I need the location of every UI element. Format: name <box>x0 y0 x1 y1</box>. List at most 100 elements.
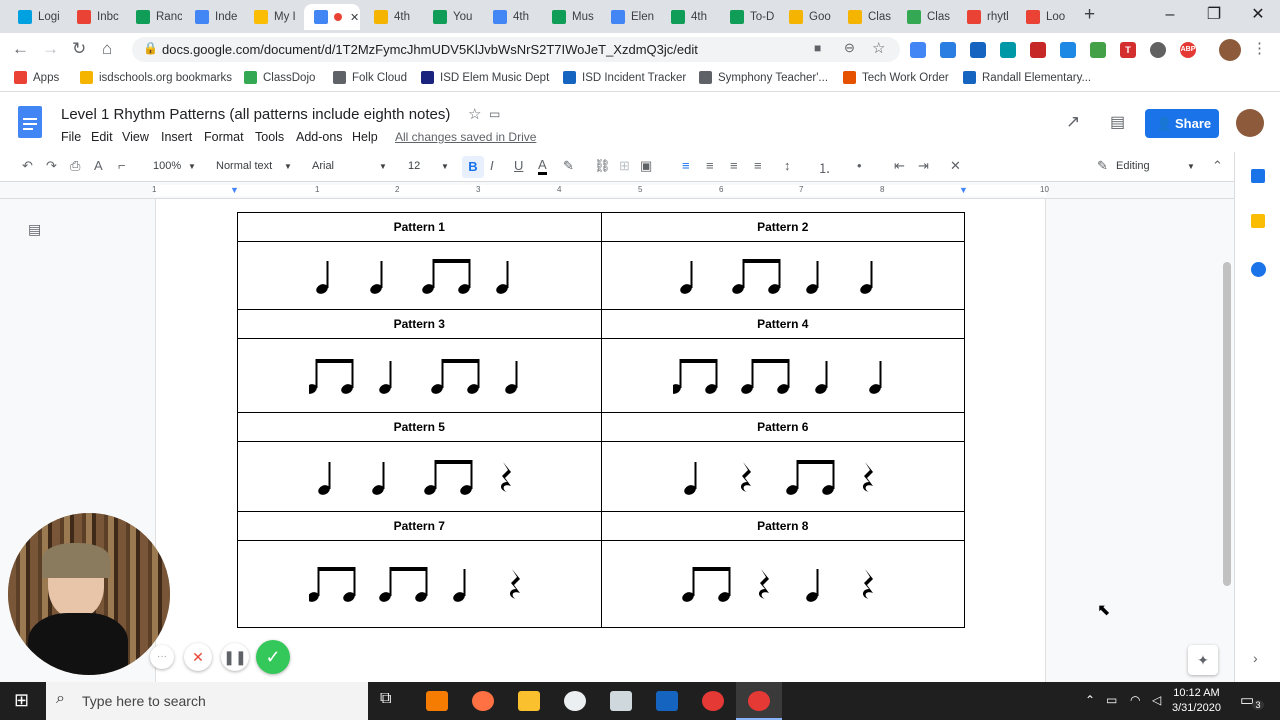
user-avatar[interactable] <box>1236 109 1264 137</box>
browser-tab[interactable]: ✕ <box>304 4 360 30</box>
chrome-icon[interactable] <box>702 691 724 711</box>
extension-icon[interactable] <box>1000 42 1016 58</box>
windows-start-icon[interactable]: ⊞ <box>14 690 29 711</box>
extension-icon[interactable] <box>910 42 926 58</box>
new-tab-icon[interactable]: + <box>1084 4 1095 26</box>
explore-icon[interactable]: ✦ <box>1188 645 1218 675</box>
move-folder-icon[interactable]: ▭ <box>489 107 500 121</box>
italic-button[interactable]: I <box>490 158 494 173</box>
indent-marker-icon[interactable]: ▼ <box>230 185 239 195</box>
extension-icon[interactable] <box>1060 42 1076 58</box>
browser-tab[interactable]: You <box>423 4 479 30</box>
link-icon[interactable]: ⛓ <box>594 158 611 174</box>
align-center-icon[interactable]: ≡ <box>706 158 714 173</box>
vertical-scrollbar[interactable] <box>1223 262 1231 586</box>
underline-button[interactable]: U <box>514 158 523 173</box>
extension-icon[interactable] <box>1150 42 1166 58</box>
browser-tab[interactable]: Inbc <box>67 4 123 30</box>
extension-icon[interactable] <box>940 42 956 58</box>
font-select[interactable]: Arial <box>312 160 334 172</box>
editing-mode-select[interactable]: Editing <box>1116 160 1150 172</box>
browser-tab[interactable]: Logi <box>8 4 64 30</box>
text-color-button[interactable]: A <box>538 158 547 175</box>
browser-tab[interactable]: Mus <box>542 4 598 30</box>
document-page[interactable]: Pattern 1 Pattern 2 Pattern 3 Pattern 4 … <box>155 199 1046 682</box>
word-icon[interactable] <box>656 691 678 711</box>
bookmark-item[interactable]: Randall Elementary... <box>963 71 1091 84</box>
bookmark-item[interactable]: ISD Elem Music Dept <box>421 71 549 84</box>
browser-tab[interactable]: 4th <box>661 4 717 30</box>
spellcheck-icon[interactable]: A <box>94 158 103 173</box>
bookmark-item[interactable]: Symphony Teacher'... <box>699 71 828 84</box>
clear-formatting-icon[interactable]: ✕ <box>950 158 961 174</box>
align-right-icon[interactable]: ≡ <box>730 158 738 173</box>
battery-icon[interactable]: ▭ <box>1106 693 1117 707</box>
browser-tab[interactable]: To-D <box>720 4 776 30</box>
calendar-icon[interactable] <box>1251 169 1265 183</box>
close-tab-icon[interactable]: ✕ <box>350 11 359 24</box>
extension-icon[interactable]: T <box>1120 42 1136 58</box>
app-icon[interactable] <box>564 691 586 711</box>
minimize-window-icon[interactable]: – <box>1148 0 1192 30</box>
browser-tab[interactable]: Ranc <box>126 4 182 30</box>
menu-file[interactable]: File <box>61 130 81 144</box>
bookmark-item[interactable]: Tech Work Order <box>843 71 949 84</box>
line-spacing-icon[interactable]: ↕ <box>784 158 791 173</box>
browser-tab[interactable]: Elen <box>601 4 657 30</box>
bookmark-item[interactable]: Apps <box>14 71 59 84</box>
address-bar[interactable]: 🔒 docs.google.com/document/d/1T2MzFymcJh… <box>132 37 900 62</box>
menu-help[interactable]: Help <box>352 130 378 144</box>
insert-image-icon[interactable]: ▣ <box>640 158 652 174</box>
adblock-icon[interactable]: ABP <box>1180 42 1196 58</box>
bold-button[interactable]: B <box>462 156 484 178</box>
extension-icon[interactable] <box>1030 42 1046 58</box>
comments-icon[interactable]: ▤ <box>1110 112 1125 132</box>
calculator-icon[interactable] <box>610 691 632 711</box>
save-status[interactable]: All changes saved in Drive <box>395 130 536 144</box>
close-window-icon[interactable]: ✕ <box>1236 0 1280 30</box>
increase-indent-icon[interactable]: ⇥ <box>918 158 929 174</box>
finish-recording-button[interactable]: ✓ <box>256 640 290 674</box>
tasks-icon[interactable] <box>1251 262 1266 277</box>
document-title[interactable]: Level 1 Rhythm Patterns (all patterns in… <box>61 106 450 123</box>
add-comment-icon[interactable]: ⊞ <box>619 158 630 174</box>
bookmark-item[interactable]: isdschools.org bookmarks <box>80 71 232 84</box>
home-icon[interactable]: ⌂ <box>102 39 112 59</box>
menu-addons[interactable]: Add-ons <box>296 130 343 144</box>
menu-insert[interactable]: Insert <box>161 130 192 144</box>
star-icon[interactable]: ☆ <box>468 105 481 123</box>
reload-icon[interactable]: ↻ <box>72 39 86 59</box>
redo-icon[interactable]: ↷ <box>46 158 57 174</box>
browser-tab[interactable]: Clas <box>838 4 894 30</box>
bulleted-list-icon[interactable]: • <box>857 158 862 173</box>
browser-tab[interactable]: Inde <box>185 4 241 30</box>
zoom-icon[interactable]: ⊖ <box>844 40 855 56</box>
share-button[interactable]: 👤 Share <box>1145 109 1219 138</box>
undo-icon[interactable]: ↶ <box>22 158 33 174</box>
back-arrow-icon[interactable]: ← <box>12 39 29 59</box>
collapse-toolbar-icon[interactable]: ⌃ <box>1212 158 1223 174</box>
camera-icon[interactable]: ■ <box>814 41 821 55</box>
highlight-icon[interactable]: ✎ <box>563 158 574 174</box>
activity-trend-icon[interactable]: ↗ <box>1066 112 1080 132</box>
outline-icon[interactable]: ▤ <box>28 221 41 238</box>
taskbar-active-app[interactable] <box>736 682 782 720</box>
more-menu-icon[interactable]: ⋮ <box>1252 39 1267 57</box>
menu-edit[interactable]: Edit <box>91 130 113 144</box>
browser-tab[interactable]: Clas <box>897 4 953 30</box>
extension-icon[interactable] <box>970 42 986 58</box>
zoom-select[interactable]: 100% <box>153 160 181 172</box>
bookmark-item[interactable]: Folk Cloud <box>333 71 407 84</box>
menu-format[interactable]: Format <box>204 130 244 144</box>
bookmark-star-icon[interactable]: ☆ <box>872 39 885 57</box>
task-view-icon[interactable]: ⧉ <box>380 690 391 708</box>
app-icon[interactable] <box>426 691 448 711</box>
menu-view[interactable]: View <box>122 130 149 144</box>
print-icon[interactable]: ⎙ <box>70 158 80 174</box>
more-options-button[interactable]: ··· <box>150 645 174 669</box>
expand-panel-icon[interactable]: › <box>1253 650 1258 666</box>
cancel-recording-button[interactable]: ✕ <box>184 643 212 671</box>
firefox-icon[interactable] <box>472 691 494 711</box>
paint-format-icon[interactable]: ⌐ <box>118 158 126 173</box>
decrease-indent-icon[interactable]: ⇤ <box>894 158 905 174</box>
